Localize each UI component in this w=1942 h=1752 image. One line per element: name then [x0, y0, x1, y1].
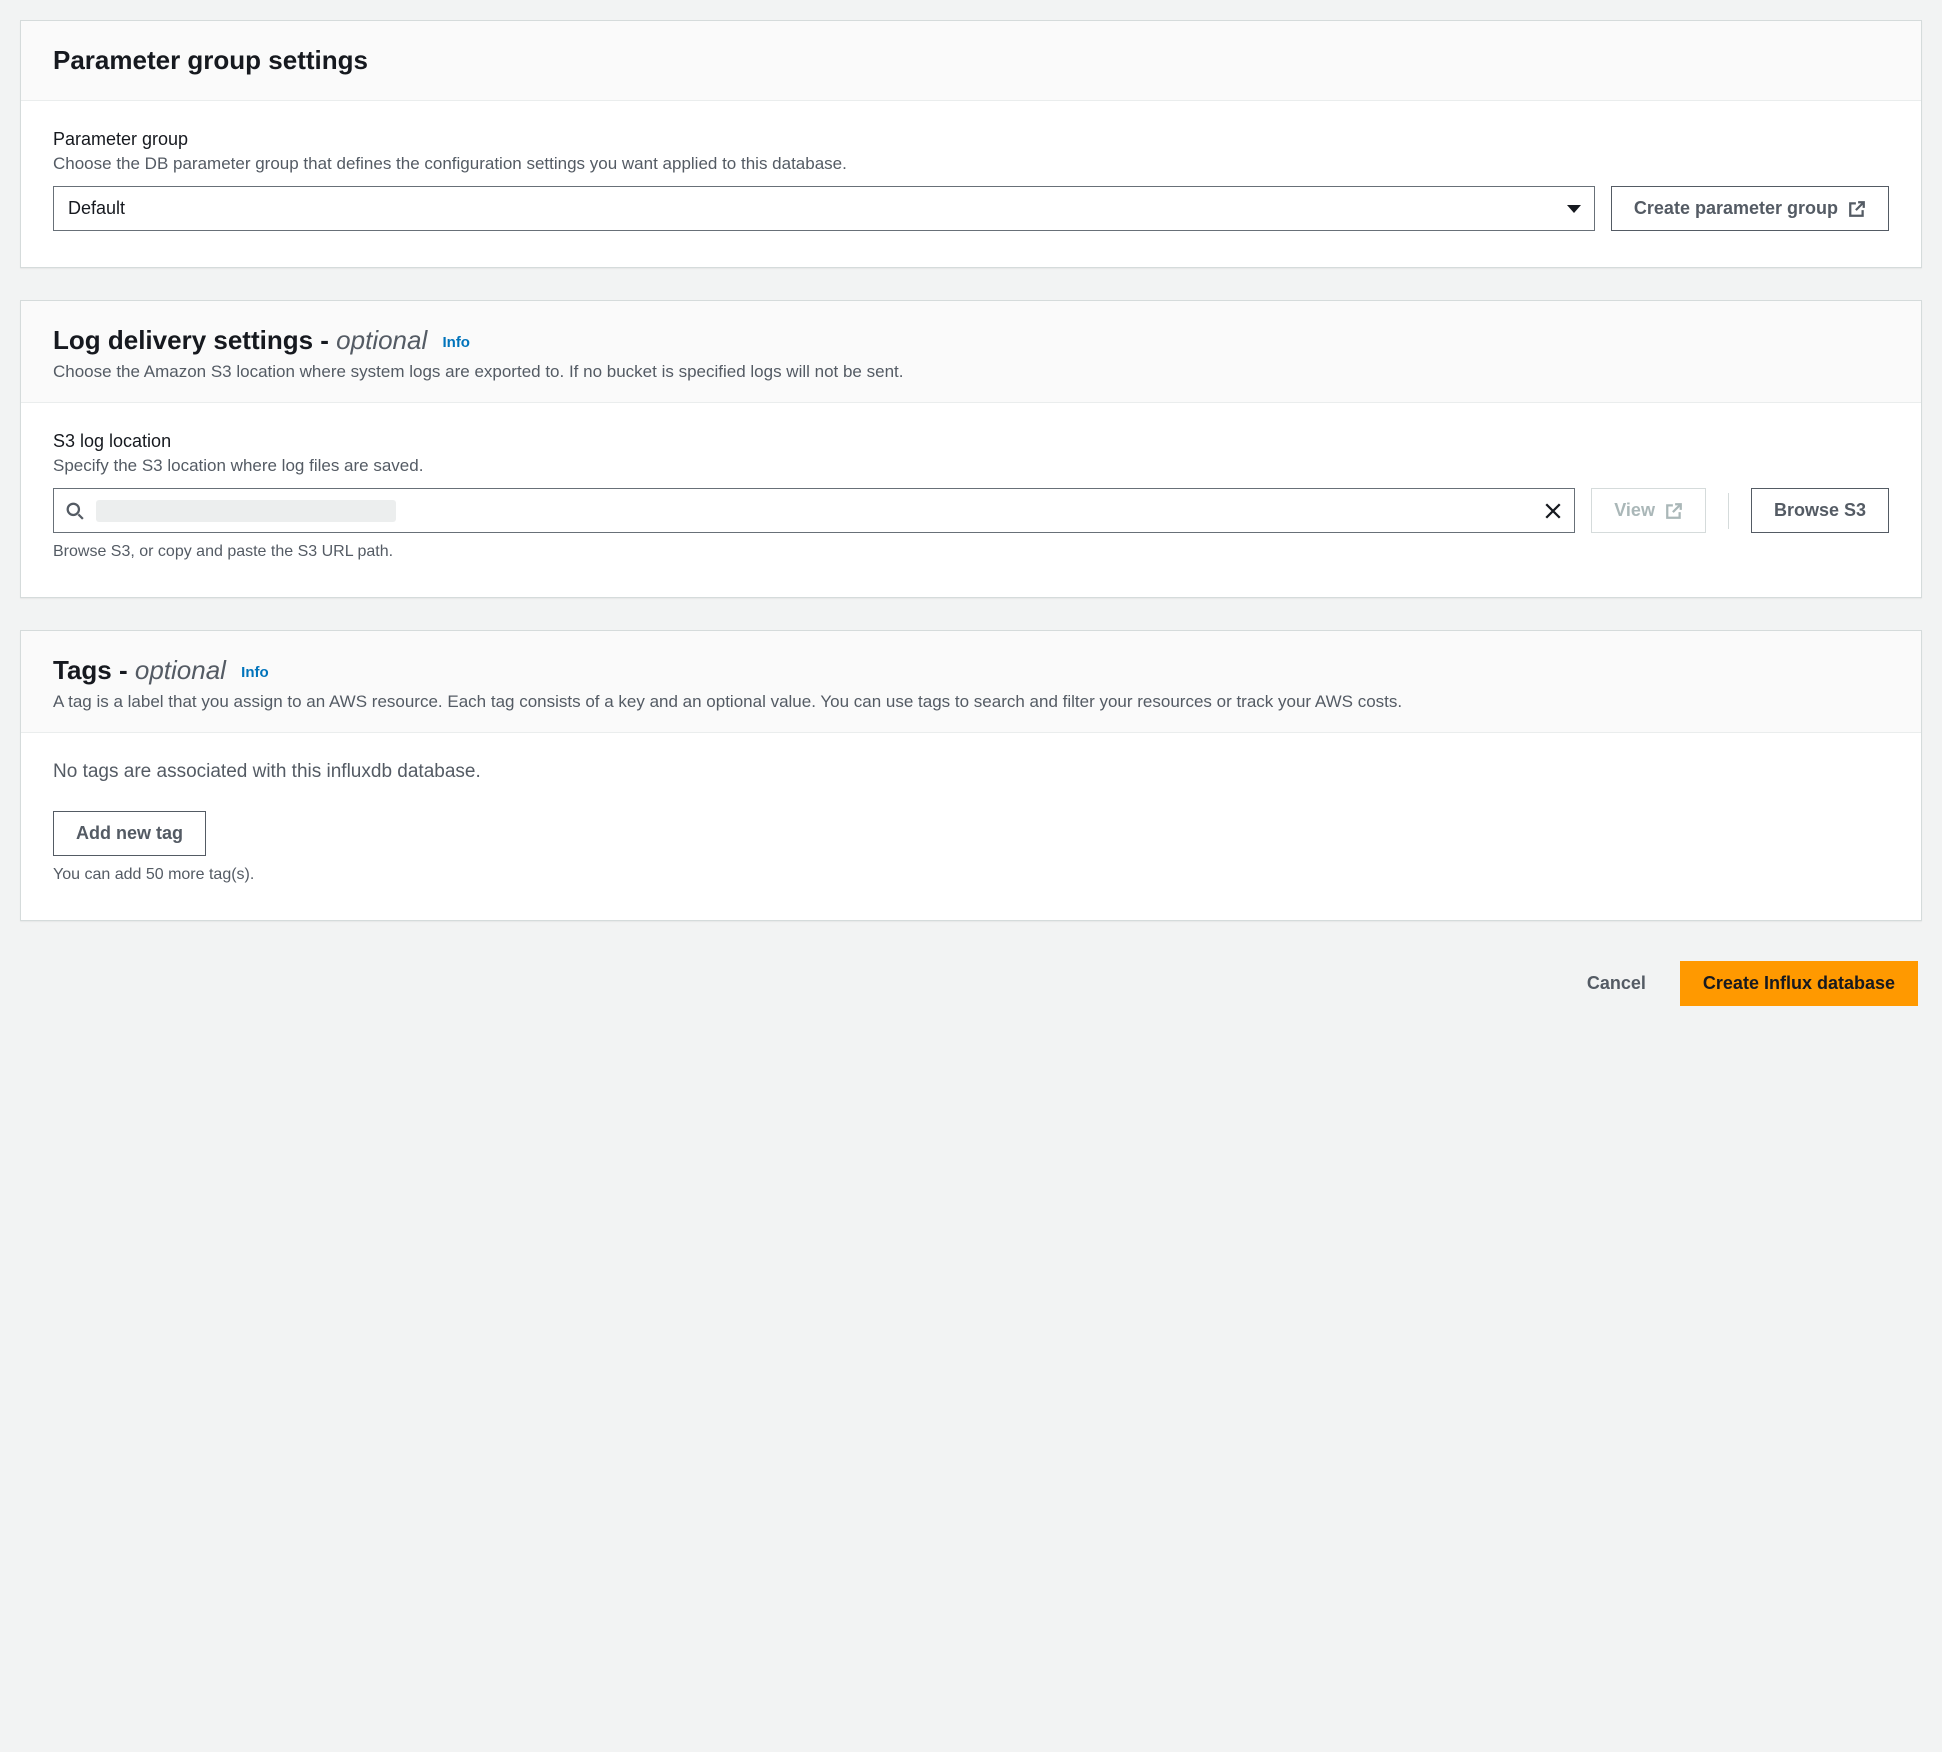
info-link-tags[interactable]: Info — [241, 664, 269, 681]
parameter-group-desc: Choose the DB parameter group that defin… — [53, 154, 1889, 174]
create-database-label: Create Influx database — [1703, 973, 1895, 994]
s3-location-hint: Browse S3, or copy and paste the S3 URL … — [53, 543, 1889, 561]
create-parameter-group-button[interactable]: Create parameter group — [1611, 186, 1889, 231]
s3-location-value-redacted — [96, 500, 396, 522]
tags-limit-message: You can add 50 more tag(s). — [53, 866, 1889, 884]
panel-body: Parameter group Choose the DB parameter … — [21, 101, 1921, 267]
panel-title-log-delivery: Log delivery settings - optional Info — [53, 325, 1889, 356]
clear-input-icon[interactable] — [1544, 502, 1562, 520]
tags-title-text: Tags - — [53, 655, 135, 685]
vertical-divider — [1728, 493, 1729, 529]
tags-desc: A tag is a label that you assign to an A… — [53, 692, 1889, 712]
external-link-icon — [1665, 502, 1683, 520]
view-s3-button: View — [1591, 488, 1706, 533]
panel-title-tags: Tags - optional Info — [53, 655, 1889, 686]
footer-actions: Cancel Create Influx database — [20, 953, 1922, 1014]
panel-header: Log delivery settings - optional Info Ch… — [21, 301, 1921, 403]
create-parameter-group-label: Create parameter group — [1634, 198, 1838, 219]
log-delivery-panel: Log delivery settings - optional Info Ch… — [20, 300, 1922, 598]
panel-title-parameter-group: Parameter group settings — [53, 45, 1889, 76]
parameter-group-row: Default Create parameter group — [53, 186, 1889, 231]
log-delivery-title-text: Log delivery settings - — [53, 325, 336, 355]
parameter-group-select-wrapper: Default — [53, 186, 1595, 231]
tags-empty-message: No tags are associated with this influxd… — [53, 761, 1889, 783]
optional-label: optional — [135, 655, 226, 685]
search-icon — [66, 502, 84, 520]
parameter-group-selected-value: Default — [68, 198, 125, 219]
cancel-button[interactable]: Cancel — [1571, 963, 1662, 1004]
create-influx-database-button[interactable]: Create Influx database — [1680, 961, 1918, 1006]
parameter-group-panel: Parameter group settings Parameter group… — [20, 20, 1922, 268]
s3-location-input-wrapper — [53, 488, 1575, 533]
tags-panel: Tags - optional Info A tag is a label th… — [20, 630, 1922, 921]
log-delivery-desc: Choose the Amazon S3 location where syst… — [53, 362, 1889, 382]
add-new-tag-button[interactable]: Add new tag — [53, 811, 206, 856]
browse-s3-button[interactable]: Browse S3 — [1751, 488, 1889, 533]
add-new-tag-label: Add new tag — [76, 823, 183, 844]
panel-body: No tags are associated with this influxd… — [21, 733, 1921, 920]
parameter-group-select[interactable]: Default — [53, 186, 1595, 231]
s3-location-label: S3 log location — [53, 431, 1889, 452]
info-link-log-delivery[interactable]: Info — [442, 334, 470, 351]
panel-body: S3 log location Specify the S3 location … — [21, 403, 1921, 597]
panel-header: Parameter group settings — [21, 21, 1921, 101]
panel-header: Tags - optional Info A tag is a label th… — [21, 631, 1921, 733]
s3-location-row: View Browse S3 — [53, 488, 1889, 533]
parameter-group-label: Parameter group — [53, 129, 1889, 150]
browse-s3-label: Browse S3 — [1774, 500, 1866, 521]
view-button-label: View — [1614, 500, 1655, 521]
optional-label: optional — [336, 325, 427, 355]
s3-location-desc: Specify the S3 location where log files … — [53, 456, 1889, 476]
external-link-icon — [1848, 200, 1866, 218]
